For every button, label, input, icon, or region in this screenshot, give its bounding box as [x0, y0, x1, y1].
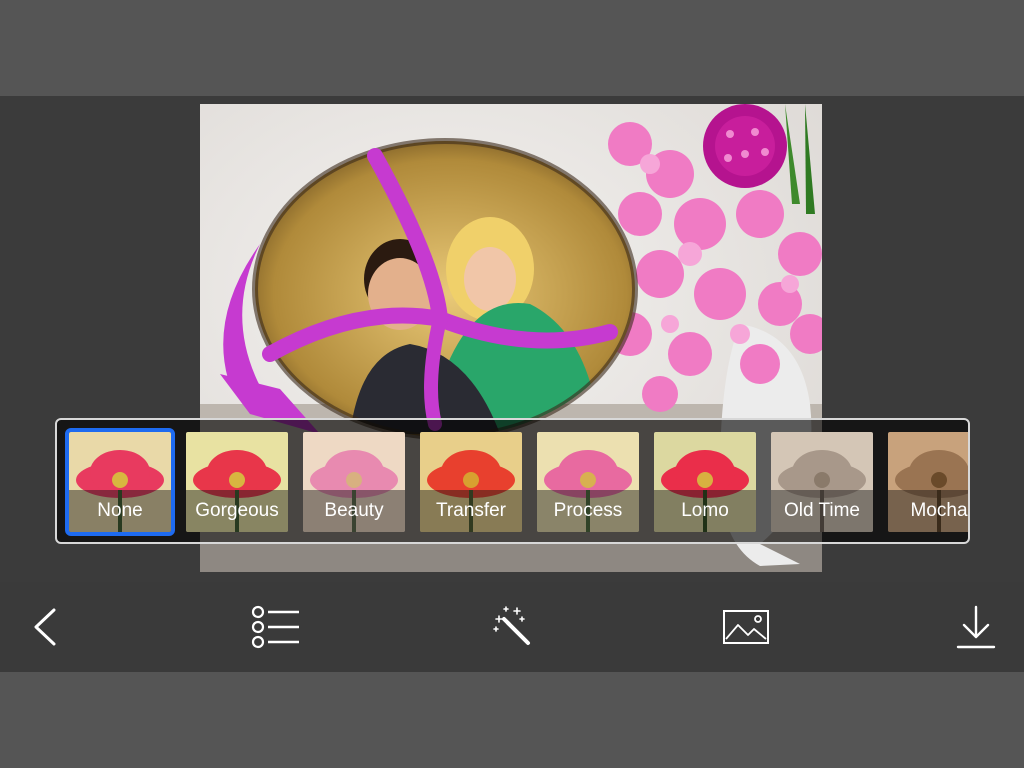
- filter-none[interactable]: None: [65, 428, 175, 536]
- download-button[interactable]: [936, 582, 1016, 672]
- frames-list-button[interactable]: [236, 582, 316, 672]
- filter-process[interactable]: Process: [537, 432, 639, 532]
- bottom-toolbar: [0, 582, 1024, 672]
- filter-gorgeous[interactable]: Gorgeous: [186, 432, 288, 532]
- filter-lomo[interactable]: Lomo: [654, 432, 756, 532]
- top-band: [0, 0, 1024, 96]
- image-icon: [723, 610, 769, 644]
- bottom-band: [0, 672, 1024, 768]
- filter-label: Lomo: [654, 490, 756, 532]
- filter-label: None: [69, 490, 171, 532]
- filter-strip[interactable]: None Gorgeous Beauty Transfer Process Lo…: [55, 418, 970, 544]
- filter-beauty[interactable]: Beauty: [303, 432, 405, 532]
- back-icon: [34, 608, 56, 646]
- filter-label: Mocha: [888, 490, 968, 532]
- filter-label: Beauty: [303, 490, 405, 532]
- filter-label: Process: [537, 490, 639, 532]
- filter-label: Gorgeous: [186, 490, 288, 532]
- back-button[interactable]: [6, 582, 86, 672]
- effects-button[interactable]: [472, 582, 552, 672]
- filter-transfer[interactable]: Transfer: [420, 432, 522, 532]
- background-image-button[interactable]: [706, 582, 786, 672]
- filter-label: Transfer: [420, 490, 522, 532]
- filter-label: Old Time: [771, 490, 873, 532]
- magic-wand-icon: [493, 606, 530, 645]
- download-icon: [956, 605, 996, 649]
- filter-mocha[interactable]: Mocha: [888, 432, 968, 532]
- filter-old-time[interactable]: Old Time: [771, 432, 873, 532]
- list-icon: [251, 605, 299, 649]
